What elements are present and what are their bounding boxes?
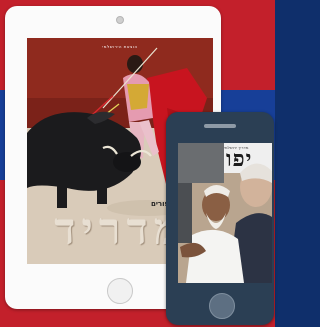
- phone-home-button[interactable]: [209, 293, 235, 319]
- tablet-camera-icon: [116, 16, 124, 24]
- phone-speaker-icon: [204, 124, 236, 128]
- phone-cover-title: יפו: [226, 146, 253, 172]
- cover-publisher: הוצאת הירושלמי: [102, 44, 138, 49]
- phone-book-cover[interactable]: מדריך ירושלמי יפו: [178, 143, 272, 283]
- tablet-home-button[interactable]: [107, 278, 133, 304]
- phone-device: מדריך ירושלמי יפו: [166, 112, 274, 325]
